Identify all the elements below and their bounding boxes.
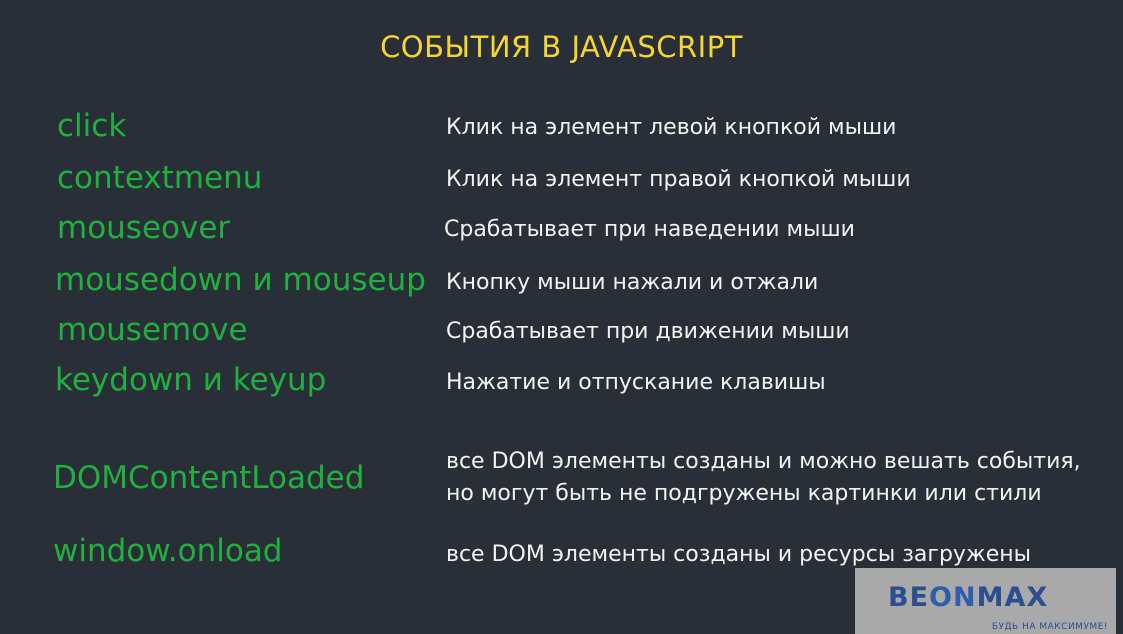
event-name-window-onload: window.onload [53, 533, 283, 569]
event-name-mousedown-mouseup: mousedown и mouseup [55, 262, 426, 298]
event-description-click: Клик на элемент левой кнопкой мыши [446, 115, 897, 140]
event-name-mousemove: mousemove [57, 312, 248, 348]
event-name-domcontentloaded: DOMContentLoaded [53, 460, 365, 496]
logo-slogan: БУДЬ НА МАКСИМУМЕ! [991, 622, 1108, 632]
event-description-domcontentloaded-line2: но могут быть не подгружены картинки или… [446, 481, 1042, 506]
event-description-mousedown-mouseup: Кнопку мыши нажали и отжали [446, 270, 819, 295]
event-description-mouseover: Срабатывает при наведении мыши [444, 217, 855, 242]
beonmax-logo: BEONMAX БУДЬ НА МАКСИМУМЕ! [855, 568, 1116, 634]
event-description-window-onload: все DOM элементы созданы и ресурсы загру… [446, 542, 1032, 567]
event-name-contextmenu: contextmenu [57, 160, 263, 196]
slide-title: СОБЫТИЯ В JAVASCRIPT [380, 30, 743, 64]
event-description-domcontentloaded-line1: все DOM элементы созданы и можно вешать … [446, 449, 1081, 474]
event-description-contextmenu: Клик на элемент правой кнопкой мыши [446, 167, 911, 192]
event-name-click: click [57, 108, 127, 144]
event-description-keydown-keyup: Нажатие и отпускание клавишы [446, 370, 826, 395]
event-name-mouseover: mouseover [57, 210, 231, 246]
logo-brand: BEONMAX [888, 582, 1049, 613]
event-name-keydown-keyup: keydown и keyup [55, 362, 327, 398]
event-description-mousemove: Срабатывает при движении мыши [446, 319, 850, 344]
